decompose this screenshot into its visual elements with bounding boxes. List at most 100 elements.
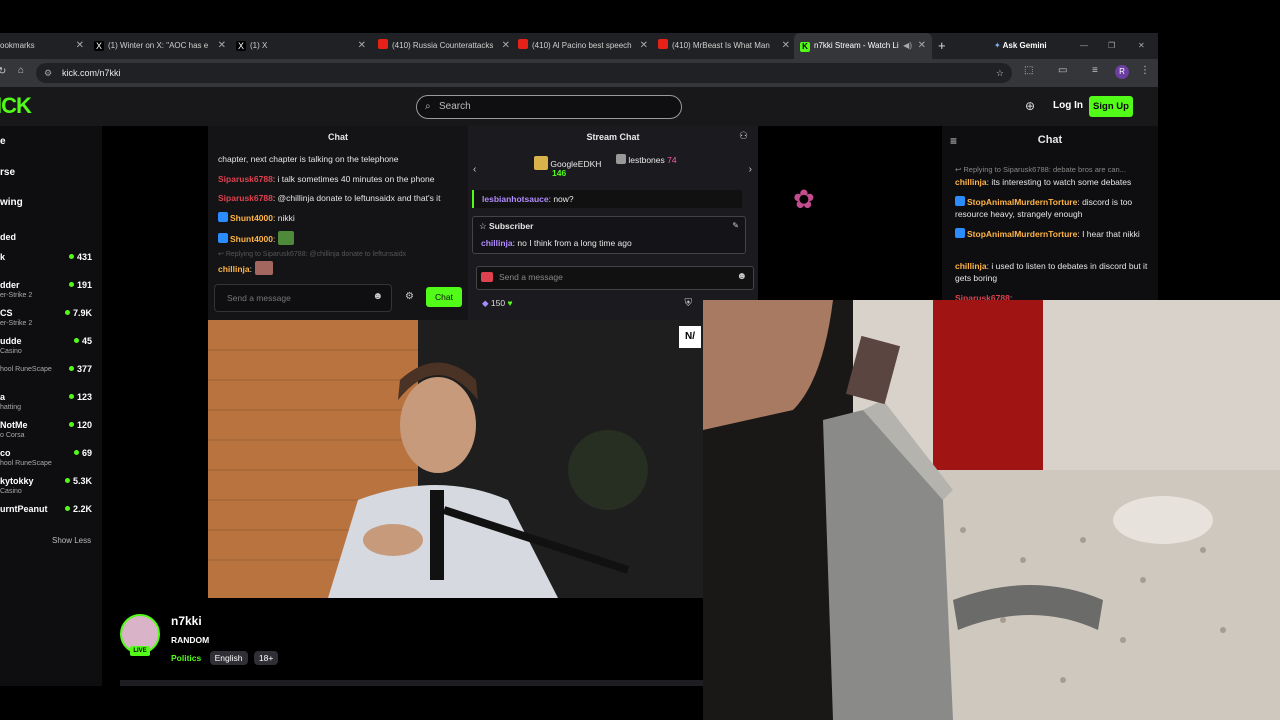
- divider: [120, 680, 703, 686]
- badge-icon: [218, 212, 228, 222]
- menu-kebab-icon[interactable]: ⋮: [1140, 65, 1150, 76]
- stream-video-webcam[interactable]: [703, 300, 1280, 720]
- stream-chat-input[interactable]: Send a message ☻: [476, 266, 754, 290]
- channel-name: dder: [0, 280, 20, 290]
- tab-bookmarks[interactable]: ookmarks ✕: [0, 33, 84, 59]
- tab-x-winter[interactable]: X (1) Winter on X: "AOC has e ✕: [94, 33, 226, 59]
- chat-message: chillinja: its interesting to watch some…: [955, 177, 1132, 187]
- gift-icon: [534, 156, 548, 170]
- user-settings-icon[interactable]: ⚇: [739, 131, 748, 142]
- points-icon: ◆: [482, 298, 489, 308]
- site-info-icon[interactable]: ⚙: [44, 63, 52, 83]
- ask-gemini-button[interactable]: ✦ Ask Gemini: [994, 33, 1058, 59]
- channel-name: k: [0, 252, 6, 262]
- tab-youtube-russia[interactable]: (410) Russia Counterattacks ✕: [378, 33, 510, 59]
- reload-icon[interactable]: ↻: [0, 66, 6, 77]
- close-icon[interactable]: ✕: [918, 33, 926, 59]
- channel-points[interactable]: ◆ 150 ♥: [482, 298, 513, 309]
- viewer-count: 5.3K: [64, 476, 92, 486]
- sidebar-channel[interactable]: NotMe o Corsa 120: [0, 420, 102, 439]
- channel-name: urntPeanut: [0, 504, 48, 514]
- signup-button[interactable]: Sign Up: [1089, 96, 1133, 117]
- search-input[interactable]: ⌕ Search: [416, 95, 682, 119]
- window-close-icon[interactable]: ✕: [1138, 33, 1148, 59]
- edit-icon[interactable]: ✎: [732, 221, 739, 230]
- sidebar-channel[interactable]: hool RuneScape 377: [0, 364, 102, 374]
- tab-youtube-mrbeast[interactable]: (410) MrBeast Is What Man ✕: [658, 33, 790, 59]
- split-view-icon[interactable]: ▭: [1058, 65, 1067, 76]
- sidebar-channel[interactable]: urntPeanut 2.2K: [0, 504, 102, 514]
- emoji-icon[interactable]: ☻: [372, 291, 383, 302]
- top-gifter: lestbones 74: [616, 154, 677, 165]
- sidebar-nav-following[interactable]: wing: [0, 197, 102, 208]
- extensions-icon[interactable]: ⬚: [1024, 65, 1033, 76]
- profile-avatar[interactable]: R: [1115, 65, 1129, 79]
- close-icon[interactable]: ✕: [76, 33, 84, 59]
- bookmark-star-icon[interactable]: ☆: [996, 63, 1004, 83]
- youtube-icon: [378, 39, 388, 49]
- stream-category[interactable]: RANDOM: [171, 635, 209, 645]
- x-logo-icon: X: [236, 41, 246, 51]
- tag-language[interactable]: English: [209, 651, 248, 665]
- youtube-icon: [658, 39, 668, 49]
- channel-name[interactable]: n7kki: [171, 614, 202, 628]
- url-field[interactable]: ⚙ kick.com/n7kki ☆: [36, 63, 1012, 83]
- sidebar-channel[interactable]: kytokky Casino 5.3K: [0, 476, 102, 495]
- sidebar-nav-home[interactable]: e: [0, 136, 102, 147]
- emoji-icon[interactable]: ☻: [736, 271, 747, 282]
- stream-video-host[interactable]: N/: [208, 320, 703, 598]
- channel-name: co: [0, 448, 11, 458]
- media-icon[interactable]: ≡: [1092, 65, 1098, 76]
- viewer-count: 120: [68, 420, 92, 430]
- minimize-icon[interactable]: —: [1080, 33, 1090, 59]
- embedded-chat-panel: Chat chapter, next chapter is talking on…: [208, 126, 468, 320]
- x-logo-icon: X: [94, 41, 104, 51]
- tab-youtube-pacino[interactable]: (410) Al Pacino best speech ✕: [518, 33, 648, 59]
- language-globe-icon[interactable]: ⊕: [1025, 99, 1035, 113]
- bunny-icon: ✿: [793, 184, 815, 214]
- stream-tags: Politics English 18+: [171, 651, 282, 665]
- chevron-left-icon[interactable]: ‹: [473, 164, 476, 175]
- show-less-button[interactable]: Show Less: [52, 536, 91, 545]
- home-icon[interactable]: ⌂: [18, 65, 24, 76]
- maximize-icon[interactable]: ❐: [1108, 33, 1118, 59]
- close-icon[interactable]: ✕: [358, 33, 366, 59]
- channel-category: Casino: [0, 348, 22, 355]
- viewer-count: 2.2K: [64, 504, 92, 514]
- gift-count: 146: [552, 168, 567, 178]
- sidebar-channel[interactable]: CS er-Strike 2 7.9K: [0, 308, 102, 327]
- tab-kick-active[interactable]: Kn7kki Stream - Watch Li ◀) ✕: [794, 33, 932, 59]
- login-button[interactable]: Log In: [1053, 100, 1083, 111]
- sidebar-channel[interactable]: dder er-Strike 2 191: [0, 280, 102, 299]
- close-icon[interactable]: ✕: [640, 33, 648, 59]
- shield-icon[interactable]: ⛨: [685, 298, 693, 309]
- close-icon[interactable]: ✕: [782, 33, 790, 59]
- tab-x[interactable]: X (1) X ✕: [236, 33, 366, 59]
- chat-message: Siparusk6788: i talk sometimes 40 minute…: [218, 174, 435, 184]
- chat-input-placeholder: Send a message: [227, 293, 291, 303]
- sidebar-channel[interactable]: a hatting 123: [0, 392, 102, 411]
- tag-mature[interactable]: 18+: [253, 651, 279, 665]
- stream-chat-panel: Stream Chat ⚇ ‹ › GoogleEDKH 146 lestbon…: [468, 126, 758, 320]
- send-chat-button[interactable]: Chat: [426, 287, 462, 307]
- chevron-right-icon[interactable]: ›: [749, 164, 752, 175]
- chat-message-input[interactable]: Send a message ☻: [214, 284, 392, 312]
- category-tag-politics[interactable]: Politics: [171, 653, 201, 663]
- kick-logo[interactable]: ICK: [0, 93, 32, 119]
- chat-message: StopAnimalMurdernTorture: I hear that ni…: [955, 228, 1151, 240]
- sidebar-channel[interactable]: k 431: [0, 252, 102, 262]
- search-icon: ⌕: [425, 101, 431, 112]
- live-badge: LIVE: [130, 646, 150, 656]
- close-icon[interactable]: ✕: [218, 33, 226, 59]
- stream-chat-message: lesbianhotsauce: now?: [472, 190, 742, 208]
- channel-name: NotMe: [0, 420, 28, 430]
- sidebar-nav-browse[interactable]: rse: [0, 167, 102, 178]
- right-chat-panel: ≡ Chat ↩ Replying to Siparusk6788: debat…: [942, 126, 1158, 303]
- viewer-count: 377: [68, 364, 92, 374]
- chat-settings-gear-icon[interactable]: ⚙: [405, 291, 414, 302]
- new-tab-button[interactable]: +: [938, 33, 952, 59]
- close-icon[interactable]: ✕: [502, 33, 510, 59]
- sidebar-channel[interactable]: udde Casino 45: [0, 336, 102, 355]
- sidebar-channel[interactable]: co hool RuneScape 69: [0, 448, 102, 467]
- speaker-icon[interactable]: ◀): [903, 33, 912, 59]
